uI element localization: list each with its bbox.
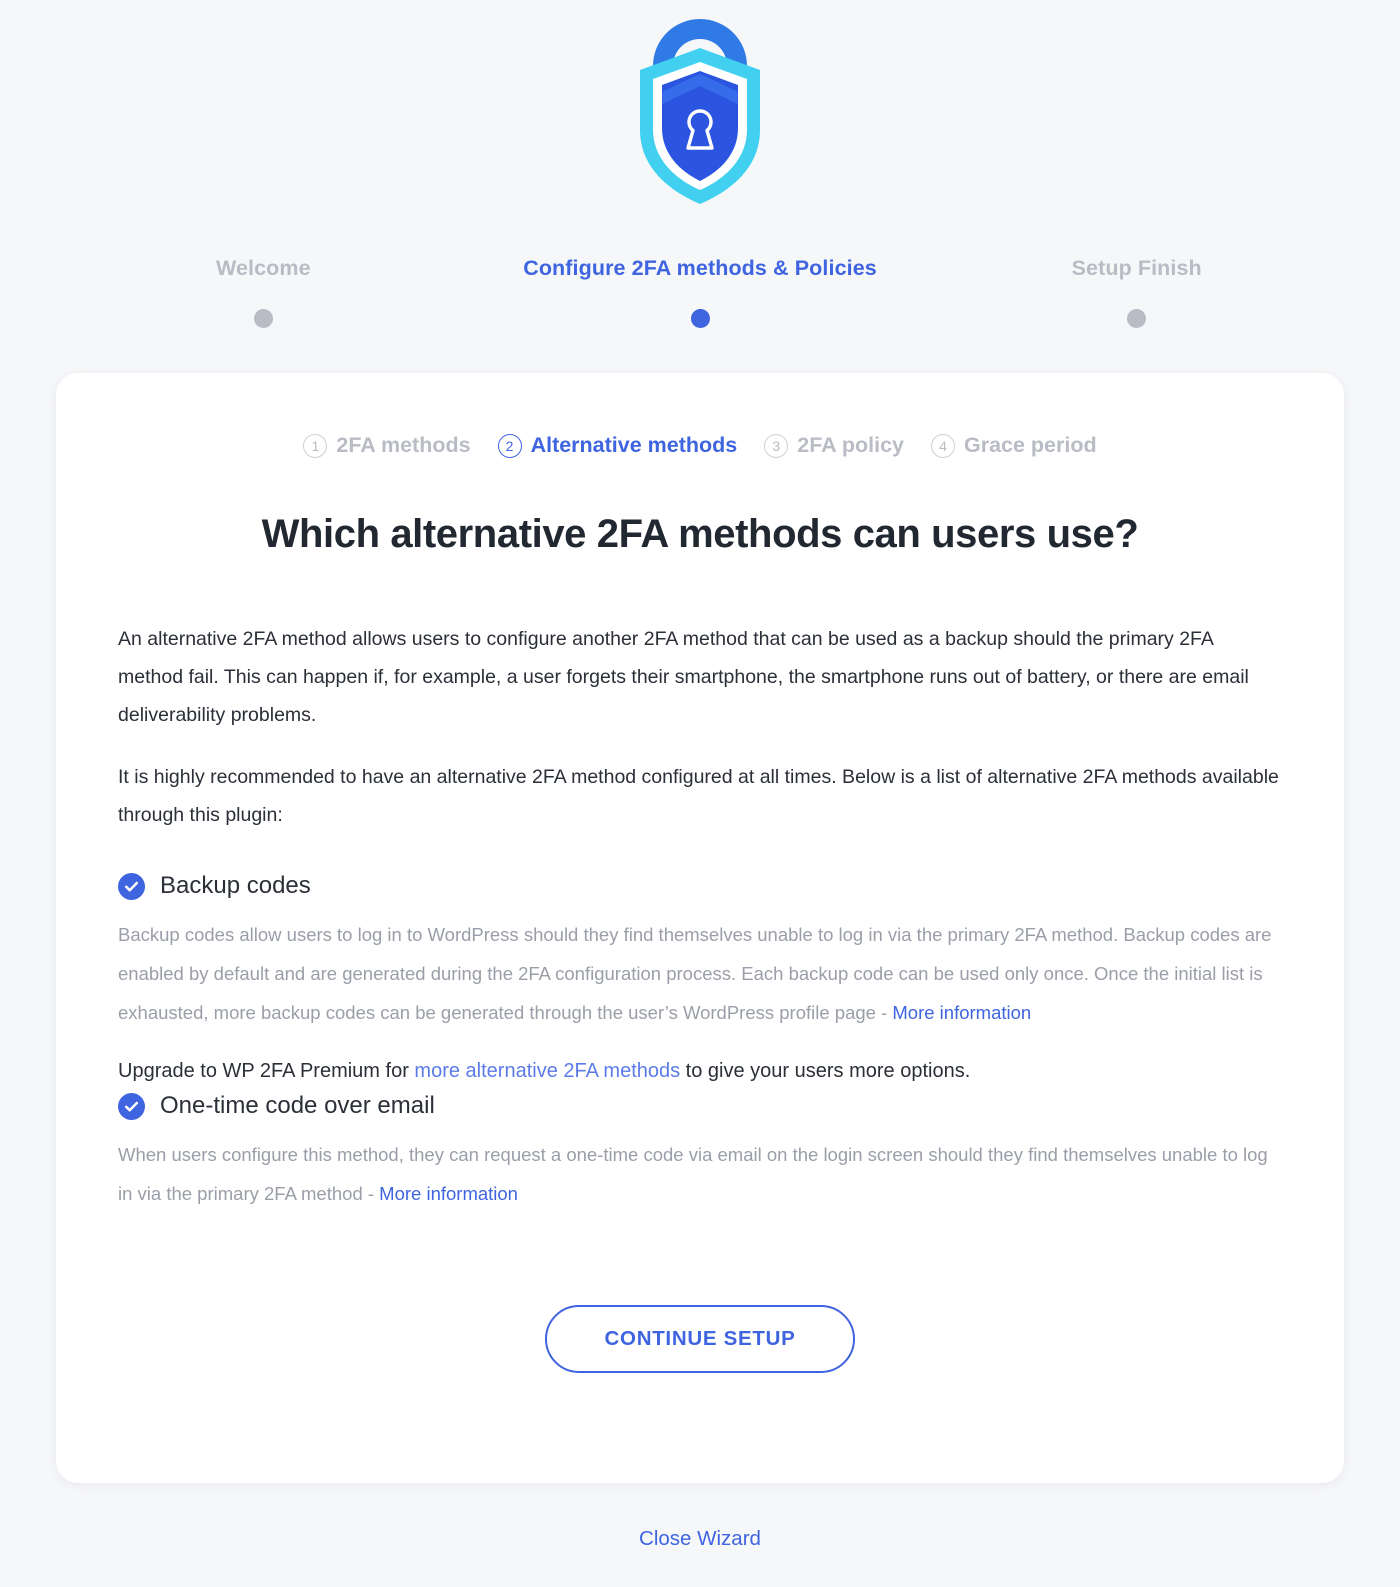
- method-description-one-time-code: When users configure this method, they c…: [118, 1135, 1282, 1213]
- tab-2fa-methods[interactable]: 1 2FA methods: [303, 433, 471, 458]
- method-label: One-time code over email: [160, 1091, 435, 1119]
- logo-container: [0, 0, 1400, 214]
- page-title: Which alternative 2FA methods can users …: [261, 512, 1139, 556]
- more-information-link[interactable]: More information: [379, 1183, 518, 1204]
- substep-label: Alternative methods: [530, 433, 738, 457]
- progress-step-label: Configure 2FA methods & Policies: [523, 256, 877, 280]
- progress-step-label: Welcome: [215, 256, 311, 280]
- method-description-backup-codes: Backup codes allow users to log in to Wo…: [118, 915, 1282, 1032]
- substep-label: 2FA methods: [336, 433, 471, 457]
- close-wizard-link[interactable]: Close Wizard: [639, 1527, 761, 1550]
- method-one-time-code-email[interactable]: One-time code over email: [118, 1092, 1282, 1121]
- substep-number: 1: [303, 433, 328, 458]
- progress-step-finish[interactable]: Setup Finish: [918, 256, 1355, 328]
- method-description-text: Backup codes allow users to log in to Wo…: [118, 923, 1272, 1023]
- method-backup-codes[interactable]: Backup codes: [118, 872, 1282, 901]
- wizard-footer: Close Wizard: [0, 1527, 1400, 1573]
- intro-paragraph-1: An alternative 2FA method allows users t…: [118, 628, 1249, 726]
- setup-wizard-page: Welcome Configure 2FA methods & Policies…: [0, 0, 1400, 1587]
- wizard-progress: Welcome Configure 2FA methods & Policies…: [45, 214, 1355, 328]
- wp-2fa-shield-lock-icon: [640, 19, 760, 204]
- substep-number: 3: [764, 433, 789, 458]
- substep-number: 4: [930, 433, 955, 458]
- progress-dot: [690, 309, 710, 328]
- progress-step-configure[interactable]: Configure 2FA methods & Policies: [482, 256, 919, 328]
- more-information-link[interactable]: More information: [892, 1002, 1031, 1023]
- upgrade-notice: Upgrade to WP 2FA Premium for more alter…: [118, 1052, 1282, 1090]
- wizard-card: 1 2FA methods 2 Alternative methods 3 2F…: [56, 373, 1344, 1483]
- upgrade-suffix: to give your users more options.: [680, 1059, 971, 1082]
- continue-setup-button[interactable]: CONTINUE SETUP: [544, 1304, 856, 1373]
- substep-label: 2FA policy: [797, 433, 904, 457]
- substep-tabs: 1 2FA methods 2 Alternative methods 3 2F…: [118, 433, 1282, 458]
- substep-label: Grace period: [963, 433, 1097, 457]
- button-row: CONTINUE SETUP: [118, 1304, 1282, 1373]
- check-icon: [124, 1101, 139, 1112]
- progress-step-welcome[interactable]: Welcome: [45, 256, 482, 328]
- substep-number: 2: [497, 433, 522, 458]
- check-icon: [124, 881, 139, 892]
- tab-alternative-methods[interactable]: 2 Alternative methods: [497, 433, 738, 458]
- progress-dot: [253, 309, 273, 328]
- method-label: Backup codes: [160, 872, 311, 899]
- progress-dot: [1127, 309, 1147, 328]
- intro-paragraph-2: It is highly recommended to have an alte…: [118, 766, 1279, 826]
- upgrade-premium-link[interactable]: more alternative 2FA methods: [414, 1060, 680, 1082]
- checkbox-checked-icon[interactable]: [118, 1092, 145, 1120]
- checkbox-checked-icon[interactable]: [118, 872, 145, 900]
- progress-step-label: Setup Finish: [1071, 256, 1202, 280]
- tab-2fa-policy[interactable]: 3 2FA policy: [764, 433, 904, 458]
- tab-grace-period[interactable]: 4 Grace period: [930, 433, 1097, 458]
- method-description-text: When users configure this method, they c…: [118, 1143, 1268, 1204]
- upgrade-prefix: Upgrade to WP 2FA Premium for: [118, 1059, 415, 1082]
